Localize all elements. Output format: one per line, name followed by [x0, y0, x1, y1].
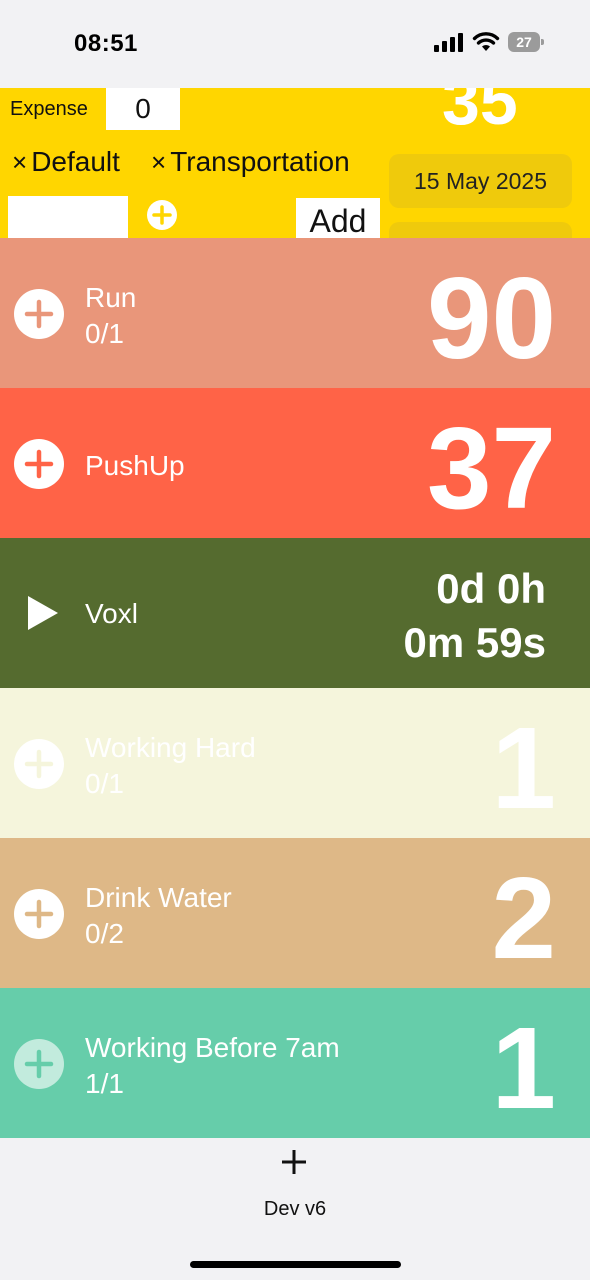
- battery-icon: 27: [508, 32, 544, 52]
- habit-name: PushUp: [85, 450, 185, 481]
- version-label: Dev v6: [263, 1198, 327, 1220]
- habit-name: Working Hard: [85, 732, 256, 763]
- home-indicator[interactable]: [190, 1261, 401, 1268]
- plus-icon: [24, 449, 54, 479]
- cellular-signal-icon: [434, 33, 463, 52]
- increment-button[interactable]: [14, 739, 64, 789]
- category-tag-label: Transportation: [170, 146, 350, 177]
- plus-icon: [24, 1049, 54, 1079]
- category-tag-default[interactable]: × Default: [12, 146, 120, 178]
- habit-count: 1: [491, 703, 556, 833]
- expense-total: 35: [442, 88, 518, 139]
- plus-icon: [24, 899, 54, 929]
- habit-name: Drink Water: [85, 882, 232, 913]
- plus-icon: [24, 299, 54, 329]
- expense-label: Expense: [10, 98, 88, 120]
- increment-button[interactable]: [14, 1039, 64, 1089]
- habit-name: Working Before 7am: [85, 1032, 340, 1063]
- habit-count: 37: [426, 403, 556, 533]
- status-time: 08:51: [74, 30, 138, 57]
- habit-row-pushup[interactable]: PushUp 37: [0, 388, 590, 538]
- play-icon[interactable]: [28, 596, 58, 630]
- add-habit-button[interactable]: [276, 1144, 312, 1180]
- increment-button[interactable]: [14, 289, 64, 339]
- secondary-pill-button[interactable]: [389, 222, 572, 238]
- habit-row-drink-water[interactable]: Drink Water 0/2 2: [0, 838, 590, 988]
- increment-button[interactable]: [14, 889, 64, 939]
- plus-icon: [24, 749, 54, 779]
- habit-row-run[interactable]: Run 0/1 90: [0, 238, 590, 388]
- status-bar: 08:51 27: [0, 0, 590, 88]
- timer-days-hours: 0d 0h: [436, 565, 546, 612]
- habit-name: Voxl: [85, 598, 138, 629]
- add-expense-button[interactable]: Add: [296, 198, 380, 238]
- expense-amount-field[interactable]: 0: [106, 88, 180, 130]
- habit-name: Run: [85, 282, 137, 313]
- habit-progress: 0/1: [85, 318, 124, 349]
- expense-panel: 35 Expense 0 × Default × Transportation 15…: [0, 88, 590, 238]
- wifi-icon: [472, 32, 500, 51]
- remove-icon[interactable]: ×: [12, 147, 27, 177]
- timer-minutes-seconds: 0m 59s: [403, 619, 546, 666]
- habit-row-working-before-7am[interactable]: Working Before 7am 1/1 1: [0, 988, 590, 1138]
- plus-icon: [152, 205, 172, 225]
- category-tag-transportation[interactable]: × Transportation: [151, 146, 350, 178]
- habit-count: 1: [491, 1003, 556, 1133]
- habit-progress: 0/1: [85, 768, 124, 799]
- increment-button[interactable]: [14, 439, 64, 489]
- remove-icon[interactable]: ×: [151, 147, 166, 177]
- habit-row-working-hard[interactable]: Working Hard 0/1 1: [0, 688, 590, 838]
- category-tag-label: Default: [31, 146, 120, 177]
- habit-row-voxl[interactable]: Voxl 0d 0h 0m 59s: [0, 538, 590, 688]
- status-icons: 27: [434, 32, 544, 52]
- habit-count: 2: [491, 853, 556, 983]
- habit-progress: 1/1: [85, 1068, 124, 1099]
- expense-note-input[interactable]: [8, 196, 128, 238]
- add-category-button[interactable]: [147, 200, 177, 230]
- date-button[interactable]: 15 May 2025: [389, 154, 572, 208]
- habit-progress: 0/2: [85, 918, 124, 949]
- habit-count: 90: [426, 253, 556, 383]
